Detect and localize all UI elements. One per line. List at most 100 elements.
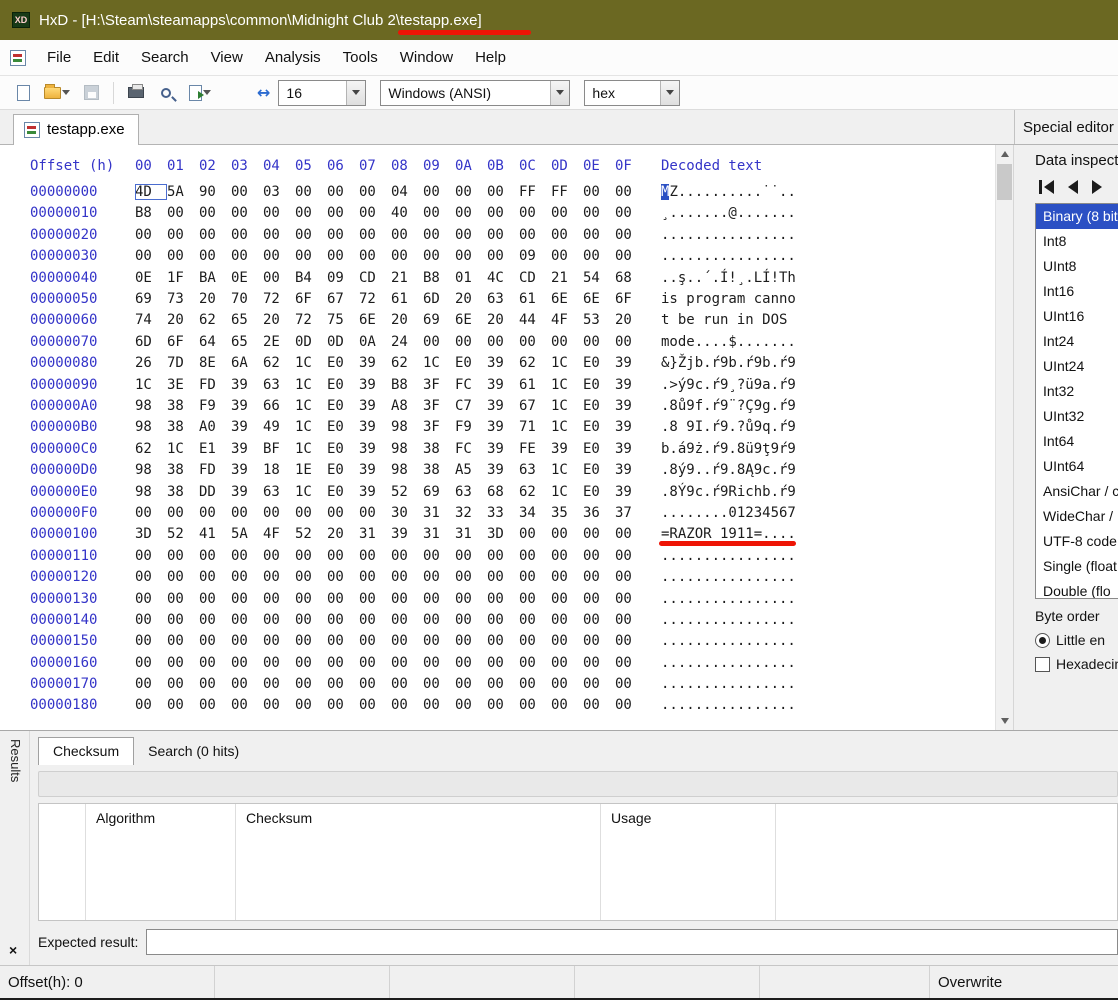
hex-byte[interactable]: 39 — [551, 441, 583, 457]
hex-byte[interactable]: 38 — [167, 462, 199, 478]
hex-byte[interactable]: 20 — [199, 291, 231, 307]
hex-byte[interactable]: 00 — [615, 526, 647, 542]
hex-byte[interactable]: 39 — [487, 419, 519, 435]
hex-byte[interactable]: 00 — [135, 548, 167, 564]
hex-byte[interactable]: E0 — [583, 484, 615, 500]
hex-byte[interactable]: 00 — [359, 548, 391, 564]
hex-byte[interactable]: 00 — [519, 655, 551, 671]
hex-byte[interactable]: 38 — [423, 462, 455, 478]
decoded-text[interactable]: ........01234567 — [661, 505, 796, 521]
hex-byte[interactable]: 41 — [199, 526, 231, 542]
status-overwrite-mode[interactable]: Overwrite — [930, 966, 1118, 998]
hex-byte[interactable]: 00 — [423, 676, 455, 692]
hex-byte[interactable]: E0 — [583, 441, 615, 457]
hex-byte[interactable]: E0 — [583, 355, 615, 371]
hex-byte[interactable]: 00 — [551, 526, 583, 542]
hex-byte[interactable]: 24 — [391, 334, 423, 350]
hex-byte[interactable]: 71 — [519, 419, 551, 435]
hex-byte[interactable]: 00 — [327, 505, 359, 521]
hex-byte[interactable]: 00 — [359, 184, 391, 200]
hex-byte[interactable]: 00 — [615, 227, 647, 243]
decoded-text[interactable]: MZ..........˙˙.. — [661, 184, 796, 201]
hex-byte[interactable]: E0 — [327, 484, 359, 500]
hex-byte[interactable]: 00 — [423, 248, 455, 264]
hex-byte[interactable]: 6D — [423, 291, 455, 307]
panel-splitter[interactable] — [1013, 145, 1027, 730]
hex-byte[interactable]: 00 — [583, 612, 615, 628]
hex-byte[interactable]: 00 — [615, 612, 647, 628]
scroll-up-icon[interactable] — [996, 145, 1013, 163]
hex-byte[interactable]: 00 — [359, 697, 391, 713]
hex-byte[interactable]: 00 — [327, 548, 359, 564]
hex-byte[interactable]: 39 — [487, 462, 519, 478]
hex-byte[interactable]: 39 — [231, 419, 263, 435]
hex-byte[interactable]: 00 — [487, 334, 519, 350]
open-file-button[interactable] — [40, 80, 74, 106]
hex-byte[interactable]: 39 — [615, 377, 647, 393]
hex-byte[interactable]: 00 — [263, 676, 295, 692]
hex-byte[interactable]: 3F — [423, 419, 455, 435]
hex-byte[interactable]: 00 — [231, 505, 263, 521]
hex-byte[interactable]: B8 — [135, 205, 167, 221]
encoding-combo[interactable]: Windows (ANSI) — [380, 79, 571, 106]
hex-byte[interactable]: 5A — [167, 184, 199, 200]
hex-byte[interactable]: 39 — [359, 398, 391, 414]
hex-byte[interactable]: 00 — [455, 676, 487, 692]
hex-byte[interactable]: 31 — [423, 505, 455, 521]
hex-byte[interactable]: 20 — [327, 526, 359, 542]
hex-byte[interactable]: 00 — [455, 248, 487, 264]
hex-byte[interactable]: 00 — [295, 205, 327, 221]
hex-byte[interactable]: 72 — [263, 291, 295, 307]
hex-byte[interactable]: 72 — [359, 291, 391, 307]
hex-byte[interactable]: 38 — [167, 419, 199, 435]
decoded-text[interactable]: b.á9ż.ŕ9.8ü9ţ9ŕ9 — [661, 441, 796, 457]
hex-byte[interactable]: FC — [455, 377, 487, 393]
menu-item-file[interactable]: File — [36, 41, 82, 74]
hex-byte[interactable]: 00 — [359, 612, 391, 628]
hex-byte[interactable]: 00 — [519, 569, 551, 585]
hex-byte[interactable]: 39 — [359, 377, 391, 393]
hex-byte[interactable]: 00 — [359, 655, 391, 671]
hex-byte[interactable]: 00 — [231, 569, 263, 585]
hex-byte[interactable]: 39 — [231, 484, 263, 500]
hex-byte[interactable]: 1C — [295, 398, 327, 414]
hex-byte[interactable]: 00 — [455, 548, 487, 564]
hex-byte[interactable]: 00 — [583, 334, 615, 350]
hex-byte[interactable]: 0D — [327, 334, 359, 350]
hex-byte[interactable]: 39 — [231, 398, 263, 414]
hex-byte[interactable]: 00 — [583, 591, 615, 607]
hex-byte[interactable]: 00 — [327, 655, 359, 671]
hex-byte[interactable]: 00 — [327, 697, 359, 713]
inspector-type-int8[interactable]: Int8 — [1036, 229, 1118, 254]
menu-item-tools[interactable]: Tools — [332, 41, 389, 74]
hex-byte[interactable]: 0D — [295, 334, 327, 350]
hex-byte[interactable]: 00 — [231, 591, 263, 607]
hex-byte[interactable]: 6E — [455, 312, 487, 328]
hex-byte[interactable]: 00 — [551, 248, 583, 264]
hex-byte[interactable]: 39 — [359, 419, 391, 435]
hex-byte[interactable]: 98 — [391, 462, 423, 478]
hex-byte[interactable]: 00 — [583, 633, 615, 649]
hex-byte[interactable]: 00 — [199, 612, 231, 628]
hex-byte[interactable]: 00 — [263, 248, 295, 264]
hex-byte[interactable]: 3F — [423, 377, 455, 393]
hex-byte[interactable]: 00 — [583, 697, 615, 713]
hex-byte[interactable]: 00 — [231, 248, 263, 264]
hex-byte[interactable]: 1C — [135, 377, 167, 393]
inspector-type-int16[interactable]: Int16 — [1036, 279, 1118, 304]
hex-byte[interactable]: 00 — [359, 633, 391, 649]
hex-byte[interactable]: 63 — [487, 291, 519, 307]
hex-byte[interactable]: 8E — [199, 355, 231, 371]
hex-byte[interactable]: 00 — [519, 227, 551, 243]
hex-byte[interactable]: 68 — [615, 270, 647, 286]
inspector-type-int32[interactable]: Int32 — [1036, 379, 1118, 404]
decoded-text[interactable]: ................ — [661, 569, 796, 585]
decoded-text[interactable]: ................ — [661, 697, 796, 713]
hex-byte[interactable]: 00 — [263, 548, 295, 564]
hexadecimal-checkbox[interactable] — [1035, 656, 1050, 672]
hex-byte[interactable]: 00 — [583, 655, 615, 671]
decoded-text[interactable]: ................ — [661, 676, 796, 692]
decoded-text[interactable]: &}Žjb.ŕ9b.ŕ9b.ŕ9 — [661, 355, 796, 371]
hex-byte[interactable]: CD — [359, 270, 391, 286]
menu-item-view[interactable]: View — [200, 41, 254, 74]
